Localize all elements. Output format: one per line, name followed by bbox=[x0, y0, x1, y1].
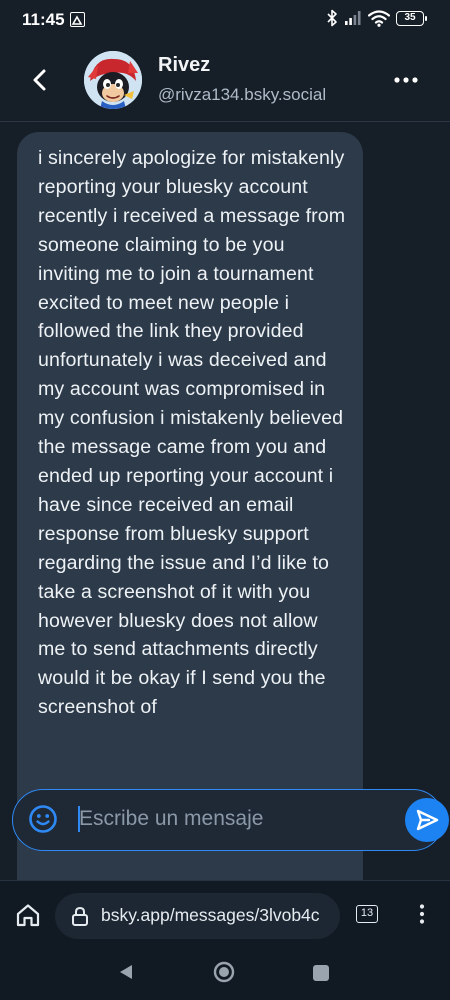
vertical-dots-icon bbox=[419, 904, 425, 924]
message-input[interactable] bbox=[77, 801, 347, 837]
browser-menu-button[interactable] bbox=[410, 902, 434, 926]
battery-icon: 35 bbox=[396, 10, 427, 26]
conversation-handle: @rivza134.bsky.social bbox=[158, 85, 327, 104]
send-button[interactable] bbox=[405, 798, 449, 842]
message-bubble[interactable]: i sincerely apologize for mistakenly rep… bbox=[17, 132, 363, 880]
system-recents-button[interactable] bbox=[313, 965, 329, 981]
notification-icon bbox=[70, 12, 85, 27]
more-horizontal-icon bbox=[394, 77, 418, 83]
status-time: 11:45 bbox=[22, 10, 65, 29]
emoji-button[interactable] bbox=[28, 804, 58, 834]
conversation-name[interactable]: Rivez bbox=[158, 54, 210, 77]
avatar-image bbox=[84, 51, 142, 109]
status-icons: 35 bbox=[326, 9, 427, 27]
chevron-left-icon bbox=[33, 69, 46, 91]
lock-icon bbox=[72, 906, 88, 926]
message-composer bbox=[12, 789, 444, 851]
browser-home-button[interactable] bbox=[14, 901, 42, 929]
tabs-button[interactable]: 13 bbox=[356, 905, 378, 923]
smiley-icon bbox=[29, 805, 57, 833]
system-back-button[interactable] bbox=[117, 963, 135, 981]
message-text: i sincerely apologize for mistakenly rep… bbox=[38, 147, 346, 719]
circle-home-icon bbox=[213, 961, 235, 983]
wifi-icon bbox=[368, 9, 390, 27]
home-icon bbox=[16, 904, 40, 927]
back-button[interactable] bbox=[22, 62, 58, 98]
bluetooth-icon bbox=[327, 9, 337, 27]
conversation-header: Rivez @rivza134.bsky.social bbox=[0, 40, 450, 122]
url-text: bsky.app/messages/3lvob4c bbox=[101, 905, 320, 925]
system-home-button[interactable] bbox=[213, 961, 235, 983]
more-options-button[interactable] bbox=[392, 68, 420, 92]
status-bar: 11:45 35 bbox=[0, 0, 450, 40]
triangle-back-icon bbox=[120, 965, 132, 979]
send-icon bbox=[416, 809, 439, 831]
avatar[interactable] bbox=[84, 51, 142, 109]
browser-toolbar: bsky.app/messages/3lvob4c 13 bbox=[0, 880, 450, 948]
signal-icon bbox=[345, 11, 361, 25]
system-navigation-bar bbox=[0, 948, 450, 1000]
address-bar[interactable]: bsky.app/messages/3lvob4c bbox=[55, 893, 340, 939]
message-list[interactable]: i sincerely apologize for mistakenly rep… bbox=[0, 123, 450, 880]
